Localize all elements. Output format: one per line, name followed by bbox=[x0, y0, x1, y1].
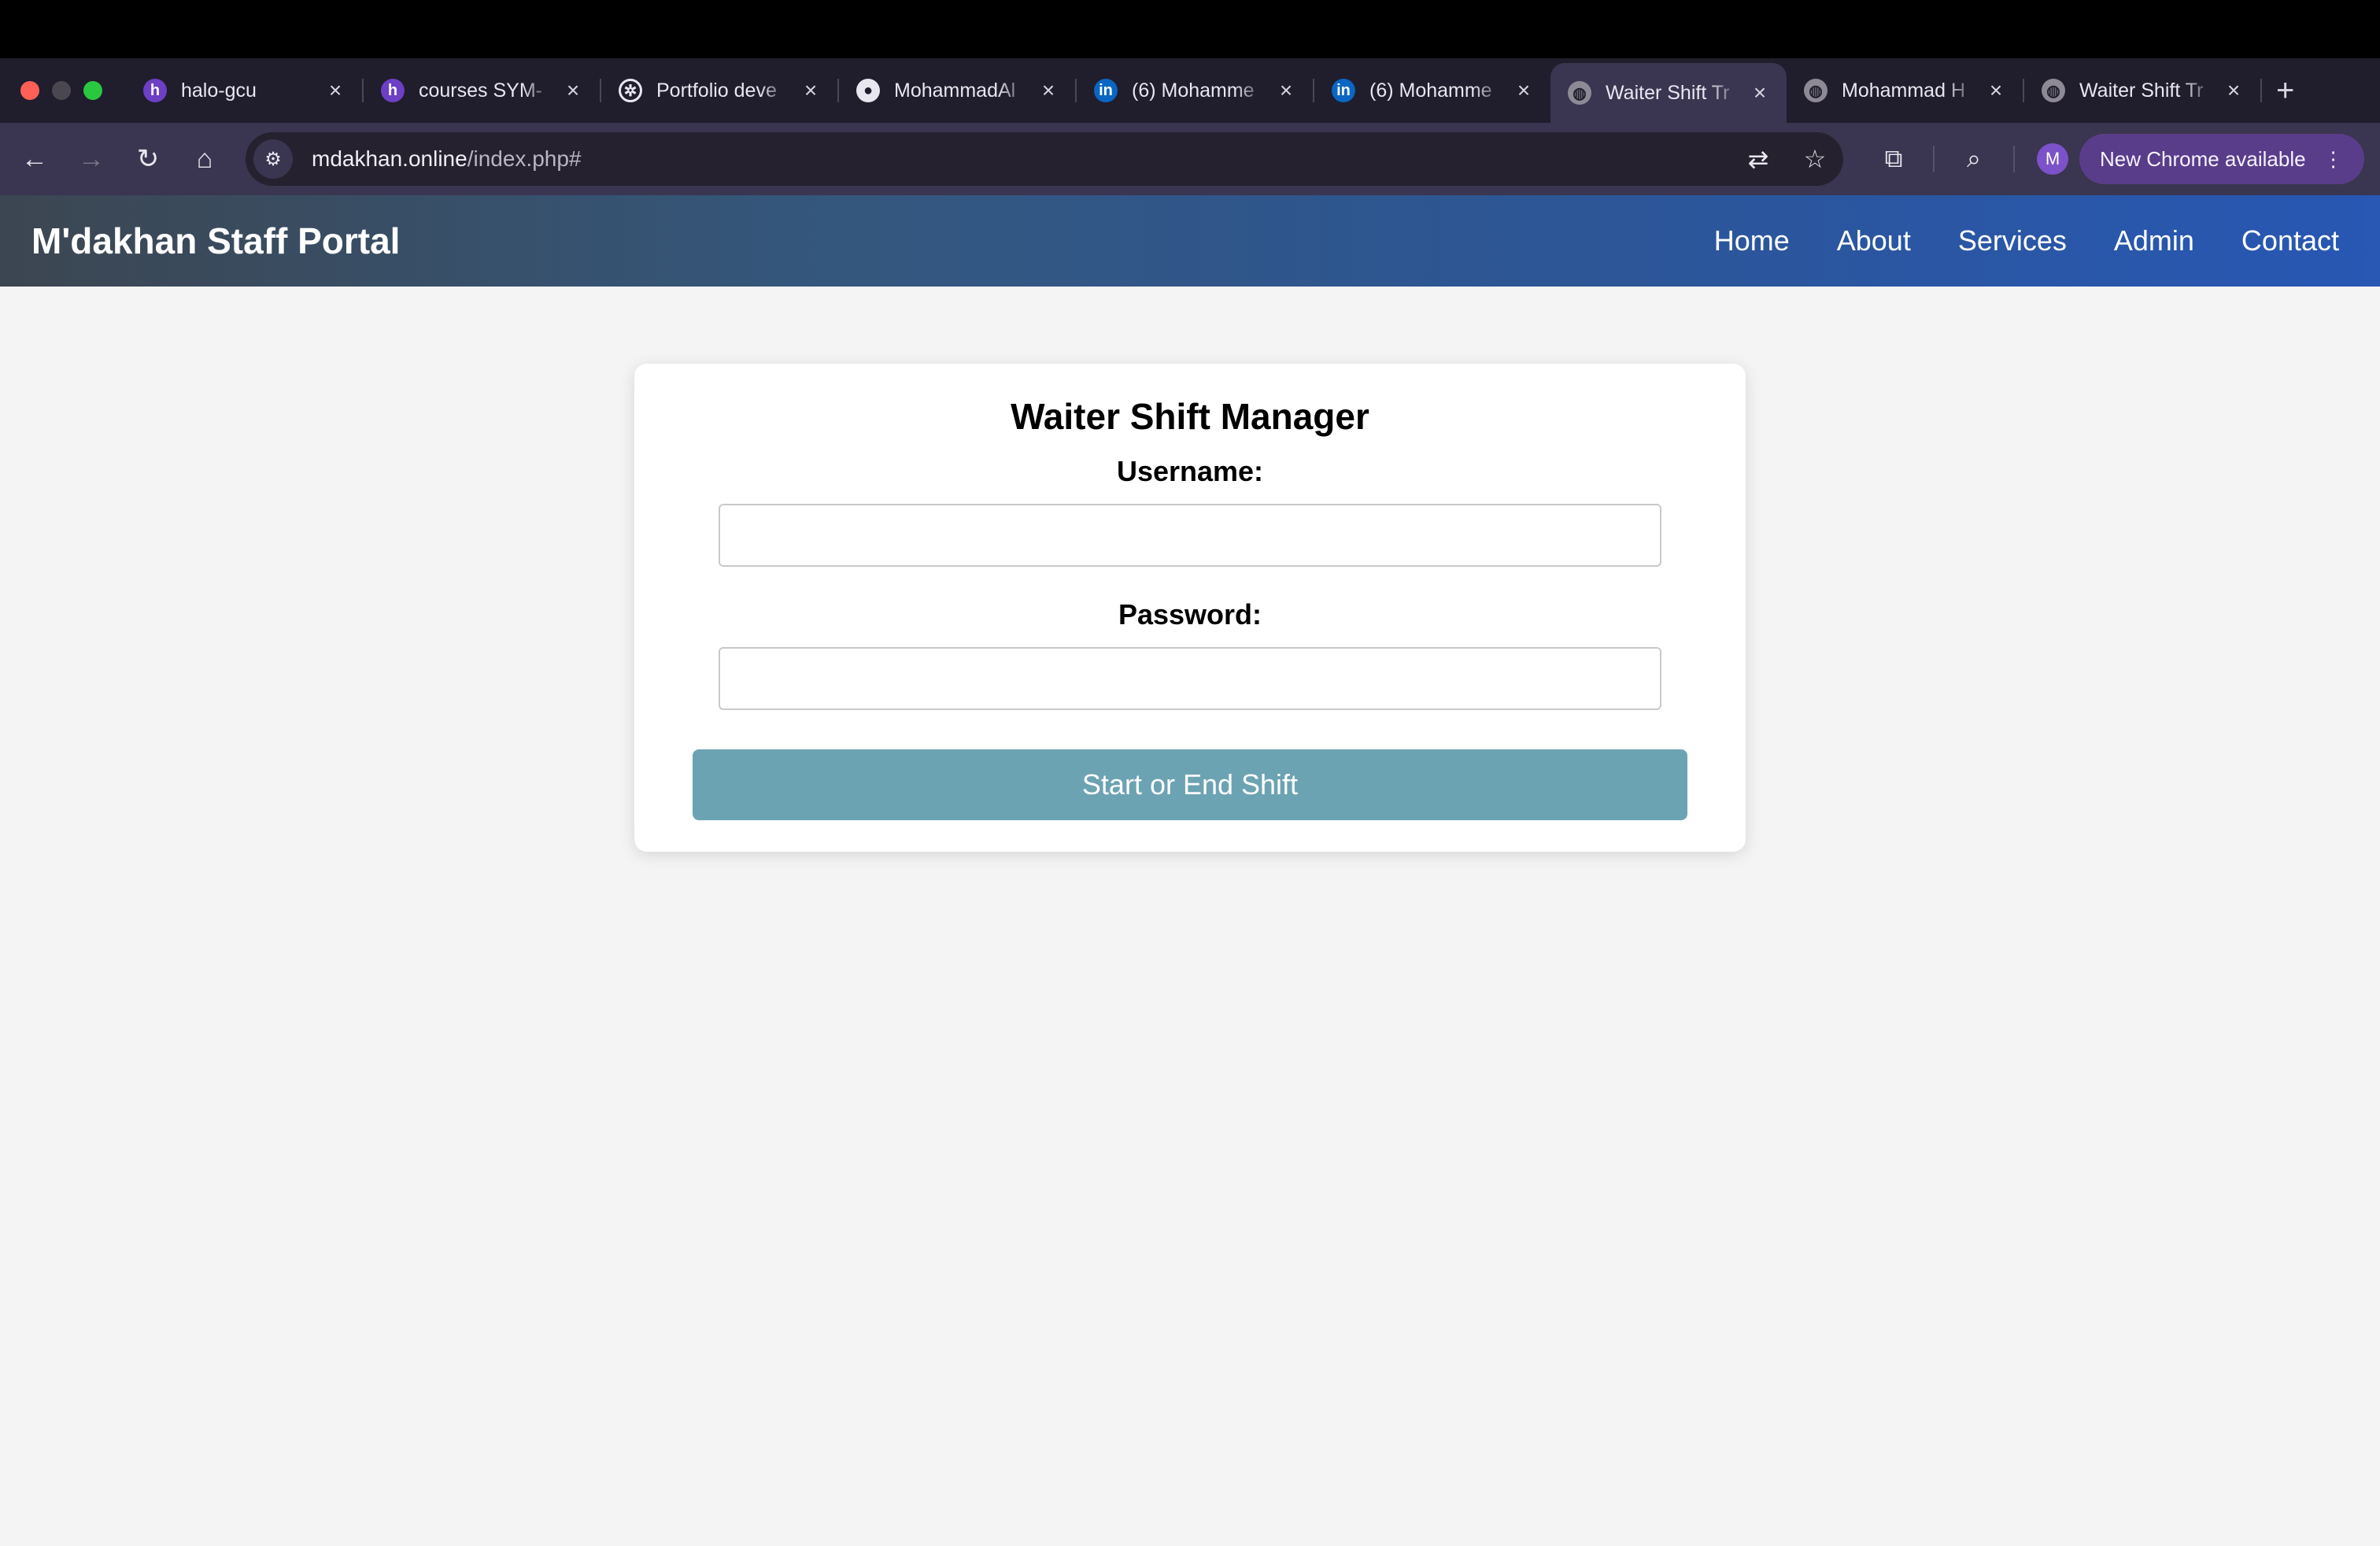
nav-link-admin[interactable]: Admin bbox=[2114, 224, 2194, 257]
maximize-window-button[interactable] bbox=[83, 81, 102, 100]
browser-tab[interactable]: ● MohammadAl × bbox=[839, 58, 1075, 123]
address-bar[interactable]: ⚙ mdakhan.online/index.php# ⇄ ☆ bbox=[246, 132, 1843, 186]
browser-tab[interactable]: ◍ Waiter Shift Tr × bbox=[2024, 58, 2260, 123]
browser-tab[interactable]: in (6) Mohamme × bbox=[1077, 58, 1313, 123]
toolbar-divider bbox=[2013, 146, 2015, 172]
close-icon[interactable]: × bbox=[800, 78, 822, 103]
github-favicon-icon: ● bbox=[856, 79, 880, 102]
close-icon[interactable]: × bbox=[2223, 78, 2245, 103]
close-icon[interactable]: × bbox=[324, 78, 346, 103]
site-settings-icon[interactable]: ⚙ bbox=[253, 139, 293, 179]
more-vertical-icon: ⋮ bbox=[2323, 146, 2344, 171]
username-field[interactable] bbox=[719, 504, 1661, 567]
tab-title: Mohammad H bbox=[1842, 79, 1965, 102]
url-text[interactable]: mdakhan.online/index.php# bbox=[312, 146, 1730, 172]
halo-favicon-icon: h bbox=[381, 79, 405, 102]
close-window-button[interactable] bbox=[20, 81, 39, 100]
os-menu-bar bbox=[0, 0, 2380, 58]
toolbar-right-group: ⧉ ⌕ M New Chrome available ⋮ bbox=[1865, 123, 2364, 195]
password-label: Password: bbox=[1118, 598, 1262, 631]
home-icon[interactable]: ⌂ bbox=[176, 144, 233, 175]
login-card: Waiter Shift Manager Username: Password:… bbox=[634, 364, 1746, 852]
tab-divider bbox=[2260, 79, 2262, 102]
profile-avatar[interactable]: M bbox=[2037, 143, 2068, 175]
url-host: mdakhan.online bbox=[312, 146, 468, 171]
globe-favicon-icon: ◍ bbox=[2042, 79, 2065, 102]
close-icon[interactable]: × bbox=[1513, 78, 1535, 103]
halo-favicon-icon: h bbox=[143, 79, 167, 102]
browser-tab-strip: h halo-gcu × h courses SYM- × ✲ Portfoli… bbox=[0, 58, 2380, 123]
close-icon[interactable]: × bbox=[562, 78, 584, 103]
close-icon[interactable]: × bbox=[1037, 78, 1059, 103]
tab-title: (6) Mohamme bbox=[1132, 79, 1255, 102]
extensions-puzzle-icon[interactable]: ⧉ bbox=[1865, 144, 1922, 174]
nav-link-home[interactable]: Home bbox=[1714, 224, 1790, 257]
site-header: M'dakhan Staff Portal Home About Service… bbox=[0, 195, 2380, 287]
linkedin-favicon-icon: in bbox=[1094, 79, 1118, 102]
nav-link-services[interactable]: Services bbox=[1958, 224, 2067, 257]
tab-title: courses SYM- bbox=[419, 79, 542, 102]
username-label: Username: bbox=[1116, 455, 1264, 487]
openai-favicon-icon: ✲ bbox=[619, 79, 642, 102]
site-brand[interactable]: M'dakhan Staff Portal bbox=[31, 220, 1714, 262]
browser-tab[interactable]: in (6) Mohamme × bbox=[1314, 58, 1550, 123]
tab-title: Portfolio deve bbox=[656, 79, 777, 102]
tab-title: MohammadAl bbox=[894, 79, 1016, 102]
browser-tab[interactable]: ◍ Mohammad H × bbox=[1787, 58, 2023, 123]
toolbar-divider bbox=[1933, 146, 1935, 172]
close-icon[interactable]: × bbox=[1985, 78, 2007, 103]
form-title: Waiter Shift Manager bbox=[1011, 396, 1369, 437]
globe-favicon-icon: ◍ bbox=[1568, 81, 1591, 105]
tab-search-icon[interactable]: ⌕ bbox=[1946, 144, 2002, 174]
nav-link-contact[interactable]: Contact bbox=[2241, 224, 2339, 257]
chrome-update-button[interactable]: New Chrome available ⋮ bbox=[2079, 134, 2364, 184]
linkedin-favicon-icon: in bbox=[1332, 79, 1355, 102]
minimize-window-button[interactable] bbox=[52, 81, 71, 100]
browser-tab[interactable]: h halo-gcu × bbox=[126, 58, 362, 123]
forward-arrow-icon[interactable]: → bbox=[63, 144, 120, 175]
browser-toolbar: ← → ↻ ⌂ ⚙ mdakhan.online/index.php# ⇄ ☆ … bbox=[0, 123, 2380, 195]
nav-link-about[interactable]: About bbox=[1837, 224, 1911, 257]
tab-title: halo-gcu bbox=[181, 79, 257, 102]
back-arrow-icon[interactable]: ← bbox=[6, 144, 63, 175]
site-nav: Home About Services Admin Contact bbox=[1714, 224, 2339, 257]
reload-icon[interactable]: ↻ bbox=[120, 143, 176, 175]
browser-tab-active[interactable]: ◍ Waiter Shift Tr × bbox=[1550, 63, 1787, 123]
start-end-shift-button[interactable]: Start or End Shift bbox=[693, 749, 1687, 820]
close-icon[interactable]: × bbox=[1749, 80, 1771, 105]
update-label: New Chrome available bbox=[2100, 146, 2306, 171]
tab-title: (6) Mohamme bbox=[1369, 79, 1492, 102]
close-icon[interactable]: × bbox=[1275, 78, 1297, 103]
tab-title: Waiter Shift Tr bbox=[1606, 81, 1730, 104]
url-path: /index.php# bbox=[467, 146, 582, 171]
new-tab-plus-icon[interactable]: + bbox=[2276, 75, 2294, 106]
password-field[interactable] bbox=[719, 647, 1661, 710]
browser-tab[interactable]: h courses SYM- × bbox=[364, 58, 600, 123]
globe-favicon-icon: ◍ bbox=[1804, 79, 1828, 102]
window-controls bbox=[20, 81, 102, 100]
bookmark-star-icon[interactable]: ☆ bbox=[1787, 144, 1843, 174]
tab-title: Waiter Shift Tr bbox=[2079, 79, 2204, 102]
translate-icon[interactable]: ⇄ bbox=[1730, 144, 1787, 174]
browser-tab[interactable]: ✲ Portfolio deve × bbox=[601, 58, 837, 123]
